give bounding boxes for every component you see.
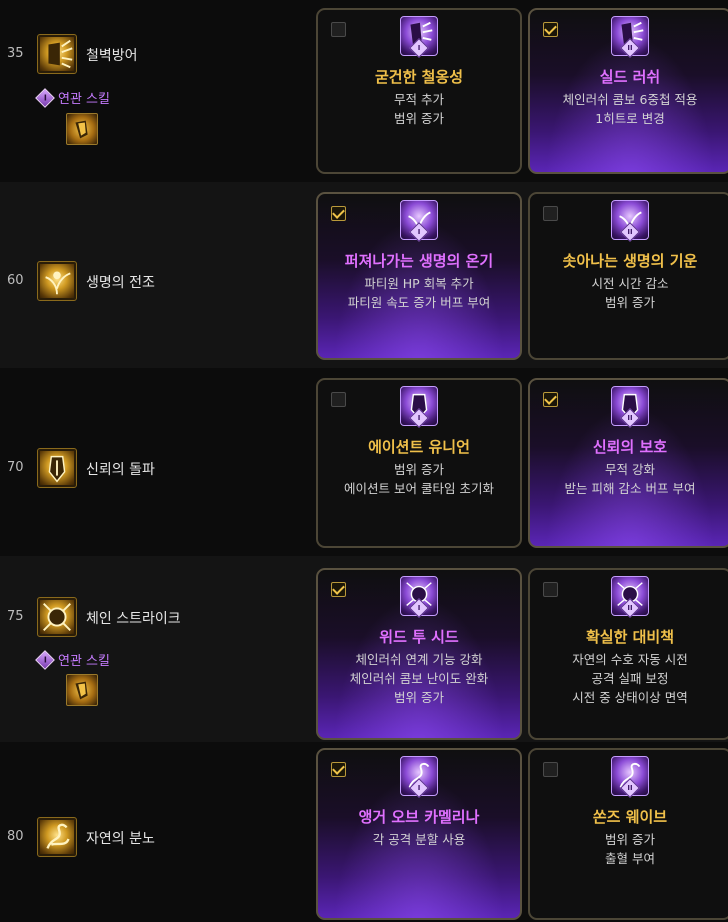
option-desc: 무적 강화 받는 피해 감소 버프 부여 [564,462,696,496]
skill-info: 60 생명의 전조 [0,182,310,368]
option-checkbox-checked[interactable] [331,582,346,597]
option-card-tier2[interactable]: II 확실한 대비책 자연의 수호 자동 시전 공격 실패 보정 시전 중 상태… [528,568,728,740]
option-card-tier2[interactable]: II 쏜즈 웨이브 범위 증가 출혈 부여 [528,748,728,920]
option-card-tier1[interactable]: I 굳건한 철옹성 무적 추가 범위 증가 [316,8,522,174]
skill-name: 신뢰의 돌파 [86,462,155,478]
option-title: 솟아나는 생명의 기운 [562,252,698,270]
option-desc: 파티원 HP 회복 추가 파티원 속도 증가 버프 부여 [347,276,491,310]
tier-diamond-icon: I [35,649,55,670]
option-checkbox[interactable] [331,22,346,37]
tier-diamond-icon: I [35,87,55,108]
skill-name: 생명의 전조 [86,275,155,291]
option-title: 실드 러쉬 [599,68,661,86]
life-sprout-icon[interactable] [37,261,77,301]
skill-info: 35 철벽방어 I 연관 스킬 [0,0,310,182]
skill-name: 자연의 분노 [86,831,155,847]
option-card-tier2[interactable]: II 솟아나는 생명의 기운 시전 시간 감소 범위 증가 [528,192,728,360]
related-skill-label: I 연관 스킬 [35,87,110,108]
option-title: 퍼져나가는 생명의 온기 [344,252,494,270]
option-checkbox-checked[interactable] [543,22,558,37]
option-title: 신뢰의 보호 [592,438,668,456]
skill-row-3: 70 신뢰의 돌파 I 에이션트 유니언 범위 증가 에이션트 보어 쿨타임 초… [0,368,728,556]
option-title: 굳건한 철옹성 [374,68,464,86]
option-card-tier1[interactable]: I 퍼져나가는 생명의 온기 파티원 HP 회복 추가 파티원 속도 증가 버프… [316,192,522,360]
option-card-tier2[interactable]: II 신뢰의 보호 무적 강화 받는 피해 감소 버프 부여 [528,378,728,548]
skill-row-4: 75 체인 스트라이크 I 연관 스킬 I 위드 투 시드 체인러쉬 연계 기능… [0,556,728,742]
skill-row-2: 60 생명의 전조 I 퍼져나가는 생명의 온기 파티원 HP 회복 추가 파티… [0,182,728,368]
option-checkbox[interactable] [543,582,558,597]
option-card-tier1[interactable]: I 에이션트 유니언 범위 증가 에이션트 보어 쿨타임 초기화 [316,378,522,548]
option-title: 위드 투 시드 [379,628,459,646]
chain-strike-icon[interactable] [37,597,77,637]
option-checkbox-checked[interactable] [331,762,346,777]
skill-info: 80 자연의 분노 [0,742,310,922]
option-title: 확실한 대비책 [585,628,675,646]
skill-name: 철벽방어 [86,48,138,64]
shield-icon[interactable] [66,674,98,706]
option-card-tier2[interactable]: II 실드 러쉬 체인러쉬 콤보 6중첩 적용 1히트로 변경 [528,8,728,174]
option-title: 앵거 오브 카멜리나 [358,808,480,826]
option-card-tier1[interactable]: I 앵거 오브 카멜리나 각 공격 분할 사용 [316,748,522,920]
skill-level: 75 [7,609,24,624]
option-desc: 범위 증가 에이션트 보어 쿨타임 초기화 [344,462,494,496]
option-desc: 체인러쉬 연계 기능 강화 체인러쉬 콤보 난이도 완화 범위 증가 [349,652,489,705]
skill-row-1: 35 철벽방어 I 연관 스킬 I 굳건한 철옹성 무적 추가 범위 증가 II [0,0,728,182]
option-title: 쏜즈 웨이브 [592,808,668,826]
skill-level: 70 [7,460,24,475]
option-desc: 자연의 수호 자동 시전 공격 실패 보정 시전 중 상태이상 면역 [572,652,688,705]
skill-info: 75 체인 스트라이크 I 연관 스킬 [0,556,310,742]
option-desc: 시전 시간 감소 범위 증가 [591,276,669,310]
skill-name: 체인 스트라이크 [86,611,181,627]
option-title: 에이션트 유니언 [368,438,470,456]
trust-shield-icon[interactable] [37,448,77,488]
option-checkbox[interactable] [543,206,558,221]
shield-icon[interactable] [66,113,98,145]
option-desc: 무적 추가 범위 증가 [394,92,444,126]
skill-row-5: 80 자연의 분노 I 앵거 오브 카멜리나 각 공격 분할 사용 II 쏜즈 … [0,742,728,922]
skill-level: 80 [7,829,24,844]
option-card-tier1[interactable]: I 위드 투 시드 체인러쉬 연계 기능 강화 체인러쉬 콤보 난이도 완화 범… [316,568,522,740]
option-checkbox[interactable] [543,762,558,777]
option-desc: 각 공격 분할 사용 [372,832,466,847]
skill-info: 70 신뢰의 돌파 [0,368,310,556]
skill-level: 35 [7,46,24,61]
shield-wall-icon[interactable] [37,34,77,74]
option-checkbox-checked[interactable] [331,206,346,221]
related-skill-label: I 연관 스킬 [35,649,110,670]
nature-wrath-icon[interactable] [37,817,77,857]
related-skill-text: 연관 스킬 [58,654,110,669]
option-checkbox-checked[interactable] [543,392,558,407]
related-skill-text: 연관 스킬 [58,92,110,107]
option-checkbox[interactable] [331,392,346,407]
option-desc: 범위 증가 출혈 부여 [605,832,655,866]
option-desc: 체인러쉬 콤보 6중첩 적용 1히트로 변경 [562,92,698,126]
skill-level: 60 [7,273,24,288]
